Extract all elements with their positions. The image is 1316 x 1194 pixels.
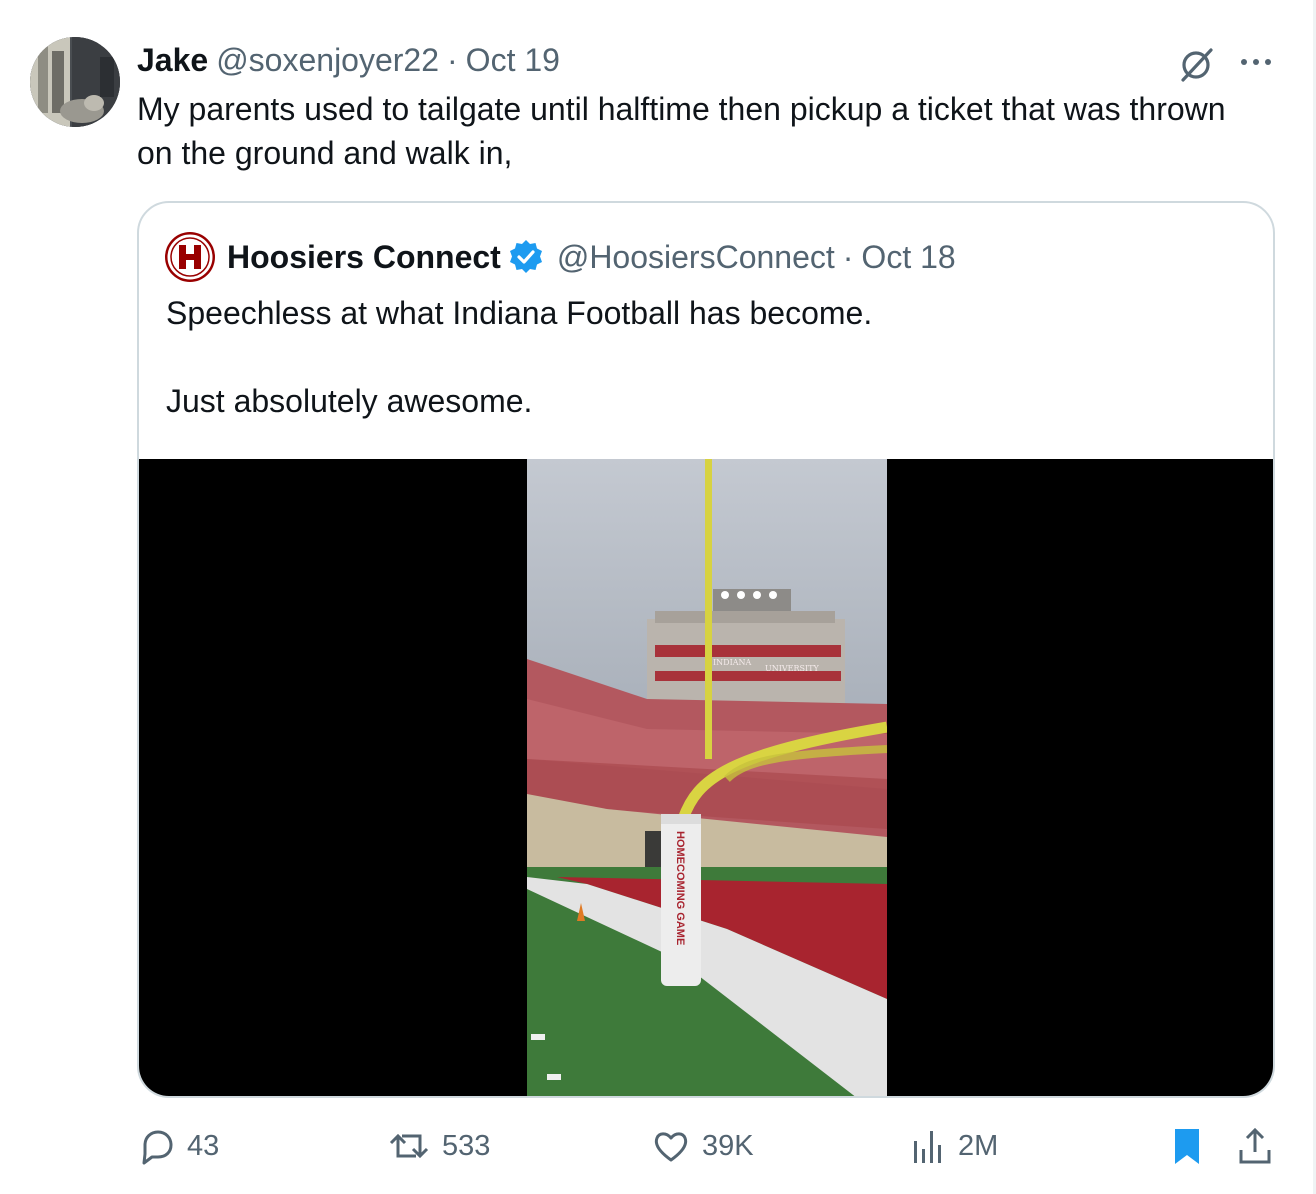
quoted-author-name[interactable]: Hoosiers Connect — [227, 239, 501, 276]
avatar[interactable] — [30, 37, 120, 127]
heart-icon — [654, 1132, 688, 1162]
goalpost-pad-text: HOMECOMING GAME — [674, 831, 686, 945]
repost-button[interactable]: 533 — [388, 1120, 490, 1172]
repost-count: 533 — [442, 1129, 491, 1162]
reply-count: 43 — [187, 1129, 220, 1162]
author-name[interactable]: Jake — [137, 42, 208, 79]
like-count: 39K — [702, 1129, 754, 1162]
separator: · — [842, 238, 854, 275]
share-button[interactable] — [1236, 1126, 1274, 1171]
pressbox-label: UNIVERSITY — [765, 664, 820, 673]
tweet-text: My parents used to tailgate until halfti… — [137, 91, 1226, 171]
reply-button[interactable]: 43 — [137, 1120, 219, 1172]
grok-icon[interactable] — [1177, 44, 1217, 84]
reply-icon — [142, 1130, 173, 1165]
quoted-author-handle[interactable]: @HoosiersConnect — [557, 239, 835, 276]
quoted-tweet[interactable]: Hoosiers Connect @HoosiersConnect · Oct … — [137, 201, 1275, 1098]
bookmark-icon — [1175, 1129, 1199, 1164]
user-avatar-photo — [30, 37, 120, 127]
author-handle[interactable]: @soxenjoyer22 — [216, 42, 439, 79]
like-button[interactable]: 39K — [652, 1120, 754, 1172]
views-chart-icon — [914, 1131, 941, 1163]
tweet-card: Jake @soxenjoyer22 · Oct 19 My parents u… — [0, 0, 1316, 1194]
pressbox-label: INDIANA — [713, 658, 752, 667]
view-count: 2M — [958, 1129, 999, 1162]
share-icon — [1239, 1127, 1271, 1164]
separator: · — [447, 41, 458, 78]
verified-badge-icon — [509, 240, 542, 273]
tweet-date[interactable]: Oct 19 — [466, 42, 560, 79]
stadium-image: INDIANA UNIVERSITY HOMECOMING GAME — [527, 459, 887, 1096]
more-options-icon[interactable] — [1236, 44, 1276, 80]
tweet-header: Jake @soxenjoyer22 · Oct 19 — [137, 40, 560, 80]
bookmark-button[interactable] — [1168, 1126, 1206, 1171]
quoted-date[interactable]: Oct 18 — [861, 239, 955, 276]
hoosiers-logo-avatar[interactable] — [165, 232, 215, 282]
views-button[interactable]: 2M — [910, 1120, 998, 1172]
repost-icon — [389, 1133, 429, 1159]
quoted-media-video[interactable]: INDIANA UNIVERSITY HOMECOMING GAME — [139, 459, 1273, 1096]
quoted-paragraph: Just absolutely awesome. — [166, 383, 533, 419]
action-bar: 43 533 39K 2M — [0, 1120, 1316, 1172]
quoted-header: Hoosiers Connect @HoosiersConnect · Oct … — [165, 232, 956, 282]
quoted-paragraph: Speechless at what Indiana Football has … — [166, 295, 873, 331]
quoted-text: Speechless at what Indiana Football has … — [166, 291, 1246, 423]
